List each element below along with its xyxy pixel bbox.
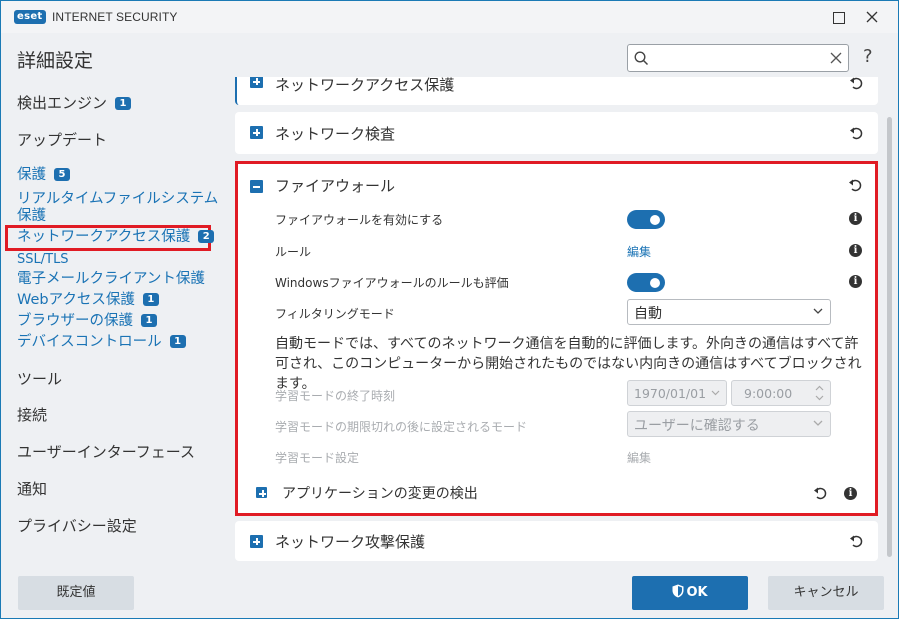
- search-input[interactable]: [654, 49, 824, 67]
- date-value: 1970/01/01: [634, 386, 707, 401]
- section-title: ネットワークアクセス保護: [275, 77, 455, 94]
- sidebar-item-ssl-tls[interactable]: SSL/TLS: [17, 251, 69, 268]
- default-button[interactable]: 既定値: [18, 576, 134, 610]
- eset-logo: eset: [14, 10, 46, 24]
- info-icon[interactable]: i: [844, 487, 857, 500]
- scrollbar[interactable]: [884, 79, 894, 561]
- rules-edit-link[interactable]: 編集: [627, 243, 651, 260]
- learning-after-value: ユーザーに確認する: [634, 418, 760, 434]
- app-title: INTERNET SECURITY: [52, 10, 178, 24]
- chevron-down-icon: [711, 390, 720, 396]
- sidebar-item-web-access-protection[interactable]: Webアクセス保護 1: [17, 292, 159, 309]
- cancel-button[interactable]: キャンセル: [768, 576, 884, 610]
- expand-icon: [250, 535, 263, 548]
- learning-after-select: ユーザーに確認する: [627, 411, 831, 437]
- expand-icon: [250, 126, 263, 139]
- windows-firewall-rules-toggle[interactable]: [627, 273, 665, 292]
- close-icon: [866, 11, 878, 23]
- section-network-inspection[interactable]: ネットワーク検査: [235, 112, 878, 154]
- count-badge: 1: [115, 97, 132, 110]
- count-badge: 1: [141, 314, 157, 327]
- learning-end-time: 9:00:00: [731, 380, 831, 406]
- scrollbar-thumb[interactable]: [887, 117, 892, 557]
- info-icon[interactable]: i: [849, 212, 862, 225]
- page-title: 詳細設定: [17, 50, 94, 72]
- chevron-down-icon: [813, 308, 823, 314]
- shield-icon: [672, 584, 684, 598]
- enable-firewall-toggle[interactable]: [627, 210, 665, 229]
- maximize-button[interactable]: [828, 7, 848, 27]
- time-value: 9:00:00: [744, 386, 793, 401]
- search-icon: [634, 51, 649, 66]
- count-badge: 1: [169, 335, 186, 348]
- app-change-detection-row[interactable]: アプリケーションの変更の検出 i: [238, 476, 875, 512]
- info-icon[interactable]: i: [849, 244, 862, 257]
- expand-icon: [256, 487, 267, 498]
- sidebar-item-label: リアルタイムファイルシステム: [17, 191, 219, 207]
- info-icon[interactable]: i: [849, 275, 862, 288]
- filtering-mode-value: 自動: [634, 306, 662, 322]
- revert-icon[interactable]: [813, 486, 827, 500]
- enable-firewall-label: ファイアウォールを有効にする: [275, 213, 444, 227]
- learning-end-date: 1970/01/01: [627, 380, 727, 406]
- learning-settings-edit-link: 編集: [627, 451, 652, 465]
- section-title: ネットワーク検査: [275, 125, 396, 143]
- sidebar-item-label-line2: 保護: [17, 208, 46, 224]
- sidebar-item-label: Webアクセス保護: [17, 292, 135, 308]
- sidebar-item-update[interactable]: アップデート: [17, 129, 107, 150]
- revert-icon[interactable]: [849, 126, 863, 140]
- sidebar-item-tools[interactable]: ツール: [17, 368, 62, 389]
- section-title: ファイアウォール: [275, 177, 396, 195]
- app-change-detection-title: アプリケーションの変更の検出: [282, 486, 478, 502]
- revert-icon[interactable]: [849, 534, 863, 548]
- count-badge: 5: [54, 168, 70, 181]
- spinner-icon: [815, 385, 824, 401]
- sidebar-item-connection[interactable]: 接続: [17, 404, 47, 425]
- close-window-button[interactable]: [862, 7, 882, 27]
- sidebar-item-privacy[interactable]: プライバシー設定: [17, 515, 137, 536]
- section-title: ネットワーク攻撃保護: [275, 533, 426, 551]
- count-badge: 1: [142, 293, 159, 306]
- sidebar-item-browser-protection[interactable]: ブラウザーの保護 1: [17, 313, 157, 330]
- collapse-icon: [250, 180, 263, 193]
- sidebar-item-label: 検出エンジン: [17, 94, 108, 112]
- filtering-mode-select[interactable]: 自動: [627, 299, 831, 325]
- windows-firewall-rules-label: Windowsファイアウォールのルールも評価: [275, 276, 509, 290]
- sidebar-item-email-protection[interactable]: 電子メールクライアント保護: [17, 271, 205, 288]
- sidebar-item-label: デバイスコントロール: [17, 334, 162, 350]
- ok-label: OK: [686, 585, 708, 600]
- sidebar-item-network-access-protection[interactable]: ネットワークアクセス保護 2: [17, 229, 215, 246]
- sidebar-item-label: 保護: [17, 167, 46, 183]
- sidebar-item-protection[interactable]: 保護 5: [17, 167, 70, 184]
- section-network-access-protection[interactable]: ネットワークアクセス保護: [235, 77, 878, 105]
- learning-end-label: 学習モードの終了時刻: [275, 389, 396, 403]
- revert-icon[interactable]: [848, 178, 862, 192]
- filtering-mode-label: フィルタリングモード: [275, 307, 395, 321]
- ok-button[interactable]: OK: [632, 576, 748, 610]
- learning-after-label: 学習モードの期限切れの後に設定されるモード: [275, 420, 528, 434]
- revert-icon[interactable]: [849, 77, 863, 90]
- search-box[interactable]: [627, 44, 849, 72]
- rules-label: ルール: [275, 245, 312, 259]
- sidebar-item-label: ブラウザーの保護: [17, 313, 133, 329]
- section-firewall: ファイアウォール ファイアウォールを有効にする i ルール 編集 i Windo…: [235, 161, 878, 516]
- clear-search-icon[interactable]: [829, 51, 843, 65]
- expand-icon: [250, 77, 263, 88]
- sidebar-item-realtime-protection[interactable]: リアルタイムファイルシステム 保護: [17, 191, 218, 225]
- chevron-down-icon: [813, 420, 823, 426]
- sidebar-item-user-interface[interactable]: ユーザーインターフェース: [17, 441, 195, 462]
- count-badge: 2: [198, 230, 215, 243]
- section-network-attack-protection[interactable]: ネットワーク攻撃保護: [235, 521, 878, 561]
- help-icon[interactable]: ?: [863, 46, 873, 67]
- sidebar-item-label: ネットワークアクセス保護: [17, 229, 191, 245]
- sidebar-item-device-control[interactable]: デバイスコントロール 1: [17, 334, 186, 351]
- sidebar-item-notifications[interactable]: 通知: [17, 478, 47, 499]
- firewall-header[interactable]: ファイアウォール: [238, 164, 875, 206]
- sidebar-item-detection-engine[interactable]: 検出エンジン 1: [17, 92, 132, 113]
- learning-settings-label: 学習モード設定: [275, 451, 360, 465]
- settings-window: eset INTERNET SECURITY 詳細設定 ? 検出エンジン 1 アッ…: [0, 0, 899, 619]
- title-bar: eset INTERNET SECURITY: [1, 1, 898, 33]
